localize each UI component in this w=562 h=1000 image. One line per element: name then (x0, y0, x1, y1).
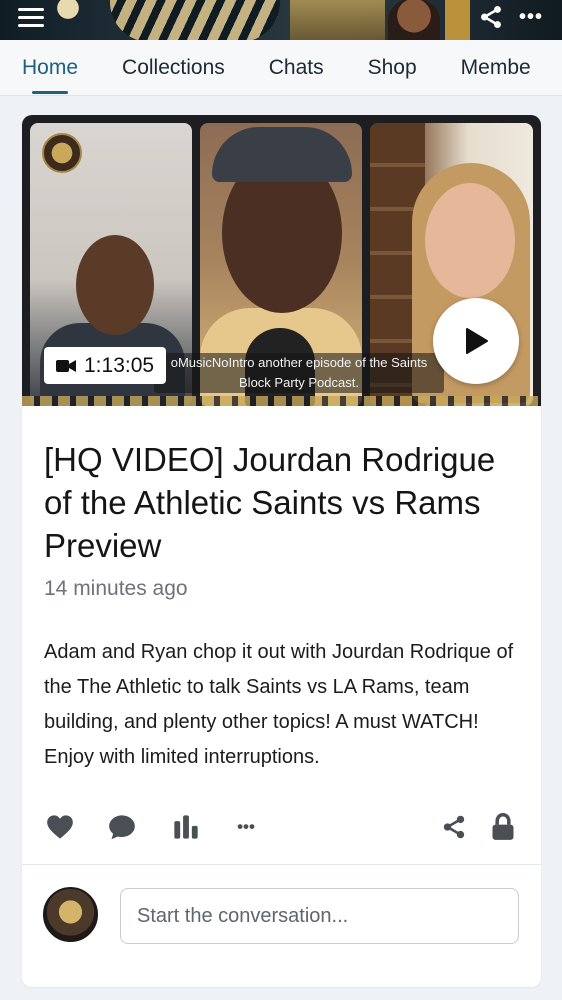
hamburger-icon[interactable] (14, 0, 48, 34)
share-button[interactable] (438, 805, 470, 849)
banner-art (290, 0, 385, 40)
post-title[interactable]: [HQ VIDEO] Jourdan Rodrigue of the Athle… (44, 438, 514, 567)
banner-art (110, 0, 280, 40)
tab-collections[interactable]: Collections (122, 40, 225, 95)
video-duration-badge: 1:13:05 (44, 347, 167, 384)
heart-icon (47, 815, 73, 839)
more-horizontal-icon[interactable]: ••• (514, 0, 548, 34)
banner-art (40, 0, 110, 40)
play-icon (466, 328, 488, 354)
post-timestamp: 14 minutes ago (44, 577, 188, 600)
post-actions: ••• (22, 805, 541, 849)
comment-button[interactable] (106, 805, 138, 849)
header-banner: ••• (0, 0, 562, 40)
comment-icon (109, 815, 135, 840)
lock-button[interactable] (488, 805, 518, 849)
share-icon[interactable] (474, 0, 508, 34)
tab-home[interactable]: Home (22, 40, 78, 95)
post-description: Adam and Ryan chop it out with Jourdan R… (44, 641, 514, 768)
comment-input[interactable] (120, 888, 519, 944)
more-horizontal-icon[interactable]: ••• (230, 805, 262, 849)
banner-art (445, 0, 470, 40)
tab-shop[interactable]: Shop (368, 40, 417, 95)
share-icon (443, 815, 465, 839)
bar-chart-icon (174, 815, 198, 839)
play-button[interactable] (433, 298, 519, 384)
video-thumbnail[interactable]: oMusicNoIntro another episode of the Sai… (22, 115, 541, 406)
video-caption: oMusicNoIntro another episode of the Sai… (154, 353, 444, 393)
banner-art (388, 0, 440, 40)
tab-chats[interactable]: Chats (269, 40, 324, 95)
video-camera-icon (56, 359, 76, 373)
tab-members[interactable]: Membe (461, 40, 531, 95)
tab-bar: Home Collections Chats Shop Membe (0, 40, 562, 96)
video-banner-strip (22, 396, 541, 406)
video-caption-line: oMusicNoIntro another episode of the Sai… (170, 355, 428, 370)
video-caption-line: Block Party Podcast. (239, 375, 359, 390)
divider (22, 864, 541, 865)
avatar[interactable] (43, 887, 98, 942)
video-duration: 1:13:05 (84, 353, 155, 377)
podcast-logo-icon (42, 133, 82, 173)
lock-icon (492, 813, 514, 840)
stats-button[interactable] (170, 805, 202, 849)
post-card: oMusicNoIntro another episode of the Sai… (22, 115, 541, 987)
like-button[interactable] (44, 805, 76, 849)
